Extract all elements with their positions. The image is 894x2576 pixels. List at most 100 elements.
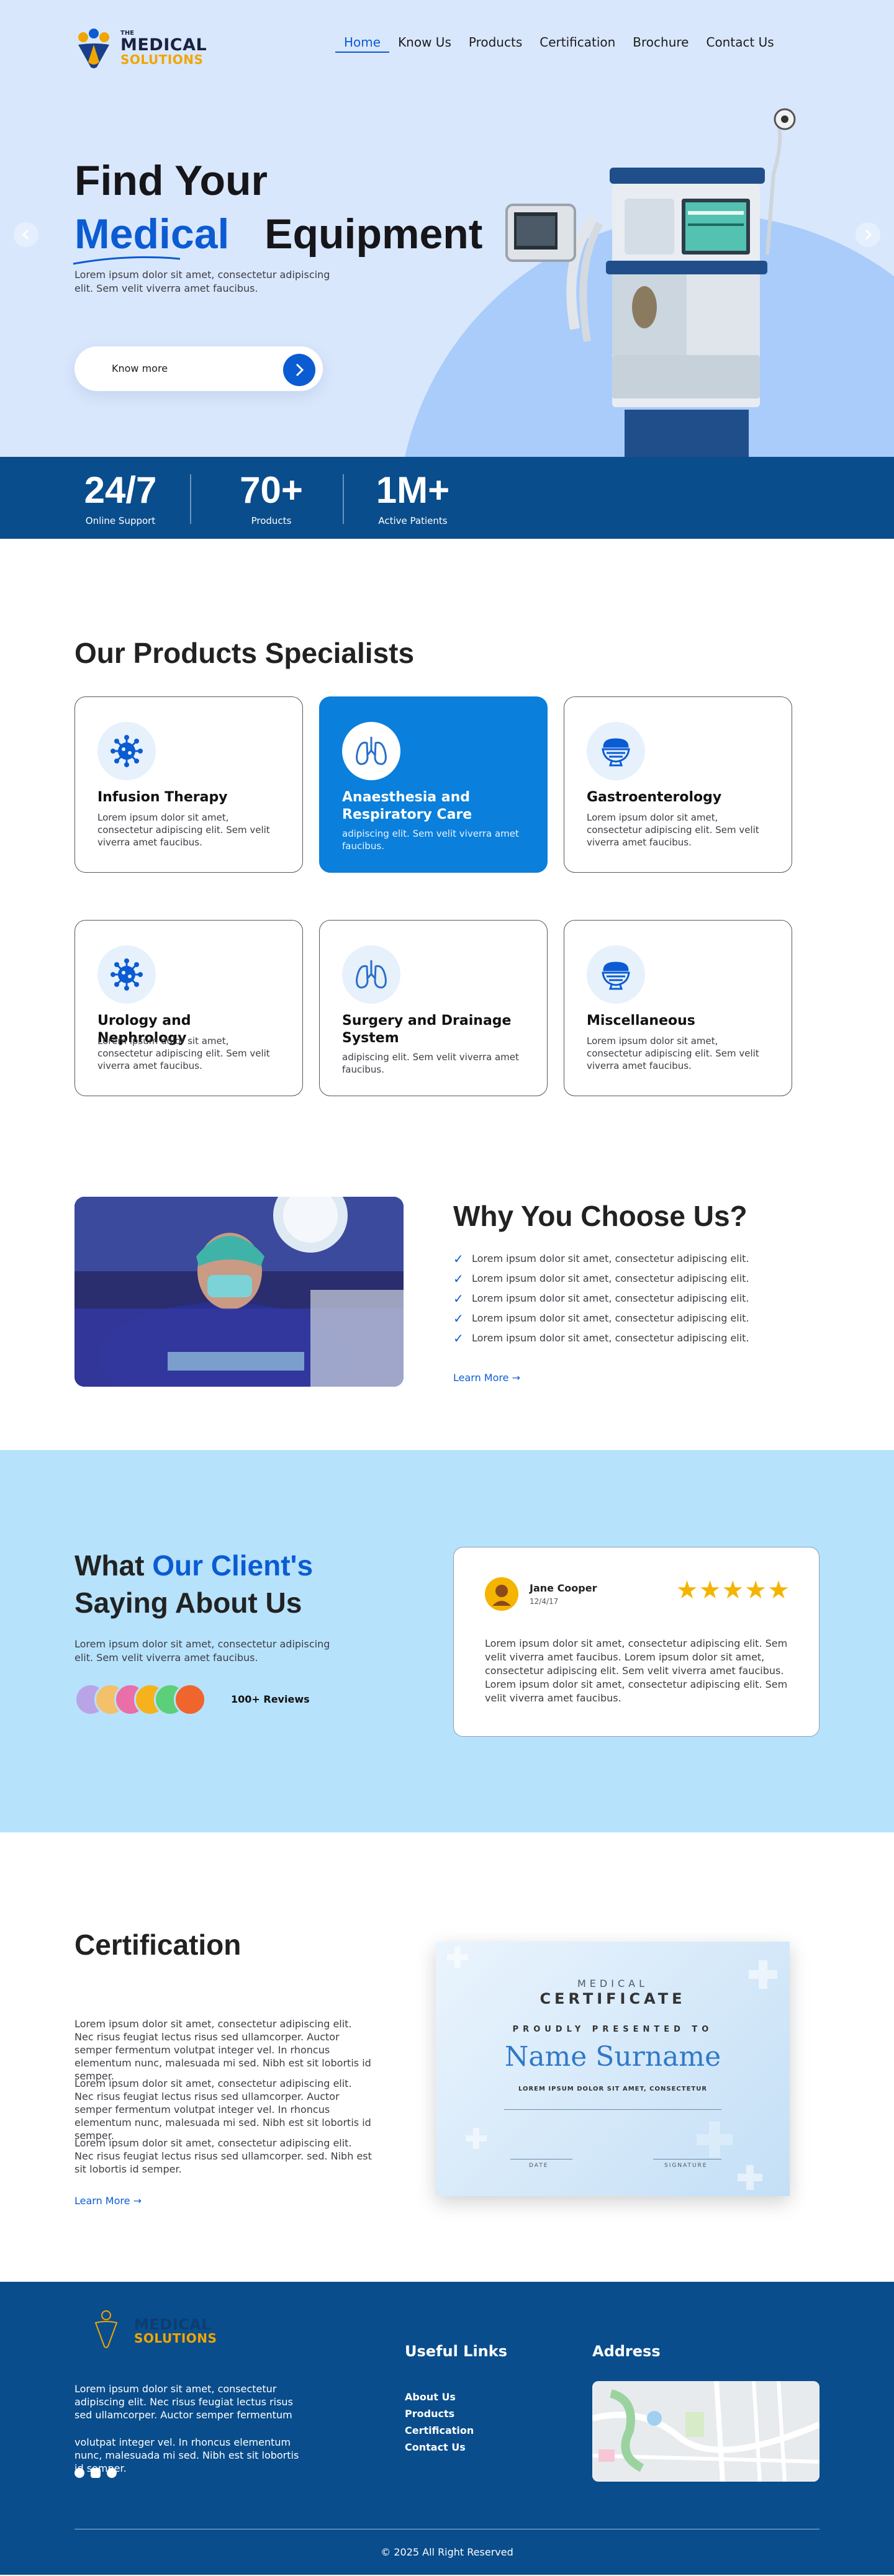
footer-logo[interactable]: MEDICAL SOLUTIONS: [91, 2309, 217, 2353]
main-menu: Home Know Us Products Certification Broc…: [335, 35, 783, 53]
virus-icon: [97, 945, 156, 1004]
nav-contact-us[interactable]: Contact Us: [697, 35, 782, 53]
certificate-signature: SIGNATURE: [664, 2163, 708, 2169]
instagram-icon[interactable]: [91, 2468, 101, 2478]
address-map[interactable]: [592, 2381, 820, 2482]
why-title: Why You Choose Us?: [453, 1200, 747, 1232]
check-icon: ✓: [453, 1311, 464, 1326]
product-card-text: Lorem ipsum dolor sit amet, consectetur …: [587, 812, 759, 848]
product-card-title: Gastroenterology: [587, 790, 722, 805]
testimonials-section: What Our Client's Saying About Us Lorem …: [0, 1450, 894, 1832]
testimonials-subtitle: Lorem ipsum dolor sit amet, consectetur …: [74, 1638, 330, 1664]
useful-links-title: Useful Links: [405, 2343, 508, 2360]
carousel-prev-button[interactable]: [14, 222, 38, 247]
useful-links-list: About Us Products Certification Contact …: [405, 2389, 474, 2456]
virus-icon: [97, 722, 156, 780]
product-card-title: Surgery and Drainage System: [342, 1013, 512, 1046]
product-card-text: Lorem ipsum dolor sit amet, consectetur …: [97, 812, 270, 848]
hero-section: THE MEDICAL SOLUTIONS Home Know Us Produ…: [0, 0, 894, 539]
footer-link-contact-us[interactable]: Contact Us: [405, 2439, 474, 2456]
certification-section: Certification Lorem ipsum dolor sit amet…: [0, 1832, 894, 2282]
stat-products: 70+ Products: [232, 471, 310, 527]
avatar: [174, 1683, 206, 1716]
review-date: 12/4/17: [530, 1597, 559, 1606]
arrow-button[interactable]: [283, 354, 315, 386]
know-more-label: Know more: [112, 363, 168, 374]
certification-paragraph: Lorem ipsum dolor sit amet, consectetur …: [74, 2018, 371, 2082]
underline-swoosh-icon: [73, 256, 181, 265]
nav-brochure[interactable]: Brochure: [624, 35, 697, 53]
stats-bar: 24/7 Online Support 70+ Products 1M+ Act…: [0, 457, 894, 539]
stat-label: Online Support: [85, 515, 156, 526]
stat-divider: [343, 474, 344, 524]
stat-online-support: 24/7 Online Support: [74, 469, 166, 527]
stat-value: 24/7: [84, 469, 157, 511]
nav-home[interactable]: Home: [335, 35, 390, 53]
logo-icon: [78, 29, 109, 68]
logo-word-solutions: SOLUTIONS: [120, 52, 204, 67]
stat-label: Products: [251, 515, 292, 526]
person-icon: [492, 1585, 511, 1606]
product-card[interactable]: Miscellaneous Lorem ipsum dolor sit amet,…: [564, 920, 792, 1096]
facebook-icon[interactable]: [74, 2468, 84, 2478]
certification-paragraph: Lorem ipsum dolor sit amet, consectetur …: [74, 2137, 372, 2175]
address-title: Address: [592, 2343, 661, 2360]
logo[interactable]: THE MEDICAL SOLUTIONS: [70, 26, 207, 70]
certification-title: Certification: [74, 1929, 242, 1961]
navbar: THE MEDICAL SOLUTIONS Home Know Us Produ…: [70, 26, 824, 70]
products-section: Our Products Specialists Infusion Therap…: [0, 539, 894, 1153]
product-card-title: Miscellaneous: [587, 1013, 695, 1029]
nav-know-us[interactable]: Know Us: [389, 35, 460, 53]
footer-link-about-us[interactable]: About Us: [405, 2389, 474, 2405]
stat-active-patients: 1M+ Active Patients: [374, 469, 452, 527]
certification-paragraph: Lorem ipsum dolor sit amet, consectetur …: [74, 2078, 371, 2141]
hero-title: Find Your Medical Equipment: [73, 154, 483, 265]
reviewer-avatars: [74, 1683, 224, 1716]
certificate-image: MEDICAL CERTIFICATE PROUDLY PRESENTED TO…: [436, 1942, 790, 2196]
arrow-right-icon: →: [133, 2195, 142, 2207]
product-card-text: adipiscing elit. Sem velit viverra amet …: [342, 828, 519, 852]
nav-products[interactable]: Products: [460, 35, 531, 53]
chevron-right-icon: [865, 229, 872, 240]
product-card-text: adipiscing elit. Sem velit viverra amet …: [342, 1052, 519, 1075]
chevron-right-icon: [296, 363, 304, 377]
check-icon: ✓: [453, 1251, 464, 1266]
reviewer-name: Jane Cooper: [530, 1582, 597, 1594]
logo-icon: [94, 2310, 118, 2348]
certification-learn-more-link[interactable]: Learn More →: [74, 2195, 142, 2207]
footer-text: Lorem ipsum dolor sit amet, consectetur …: [74, 2383, 293, 2421]
nav-certification[interactable]: Certification: [531, 35, 624, 53]
product-card[interactable]: Gastroenterology Lorem ipsum dolor sit am…: [564, 696, 792, 873]
certificate-heading: CERTIFICATE: [540, 1990, 686, 2007]
product-card[interactable]: Surgery and Drainage System adipiscing el…: [319, 920, 548, 1096]
product-card-text: Lorem ipsum dolor sit amet, consectetur …: [587, 1035, 759, 1071]
products-title: Our Products Specialists: [74, 637, 415, 669]
surgeon-photo: [74, 1197, 404, 1387]
footer: MEDICAL SOLUTIONS Lorem ipsum dolor sit …: [0, 2282, 894, 2575]
hero-title-rest: Equipment: [264, 210, 483, 258]
why-item: ✓ Lorem ipsum dolor sit amet, consectetur…: [453, 1308, 749, 1328]
product-card-title: Infusion Therapy: [97, 790, 228, 805]
carousel-next-button[interactable]: [856, 222, 880, 247]
why-learn-more-link[interactable]: Learn More →: [453, 1372, 520, 1384]
hero-title-line1: Find Your: [74, 157, 268, 204]
stat-value: 1M+: [376, 469, 450, 511]
footer-link-products[interactable]: Products: [405, 2405, 474, 2422]
footer-logo-word-solutions: SOLUTIONS: [134, 2331, 217, 2346]
product-card[interactable]: Anaesthesia and Respiratory Care adipisci…: [319, 696, 548, 873]
stomach-icon: [587, 722, 645, 780]
twitter-icon[interactable]: [107, 2468, 117, 2478]
copyright: © 2025 All Right Reserved: [381, 2546, 513, 2558]
testimonial-card: Jane Cooper 12/4/17 ★★★★★ Lorem ipsum do…: [453, 1547, 820, 1737]
hero-subtitle: Lorem ipsum dolor sit amet, consectetur …: [74, 269, 330, 294]
stat-label: Active Patients: [378, 515, 448, 526]
product-card[interactable]: Infusion Therapy Lorem ipsum dolor sit am…: [74, 696, 303, 873]
product-card[interactable]: Urology and Nephrology Lorem ipsum dolor …: [74, 920, 303, 1096]
why-item: ✓ Lorem ipsum dolor sit amet, consectetur…: [453, 1328, 749, 1348]
arrow-right-icon: →: [512, 1372, 520, 1384]
product-card-text: Lorem ipsum dolor sit amet, consectetur …: [97, 1035, 270, 1071]
footer-link-certification[interactable]: Certification: [405, 2422, 474, 2439]
know-more-button[interactable]: Know more: [74, 346, 323, 391]
lungs-icon: [342, 722, 400, 780]
why-item: ✓ Lorem ipsum dolor sit amet, consectetur…: [453, 1289, 749, 1308]
